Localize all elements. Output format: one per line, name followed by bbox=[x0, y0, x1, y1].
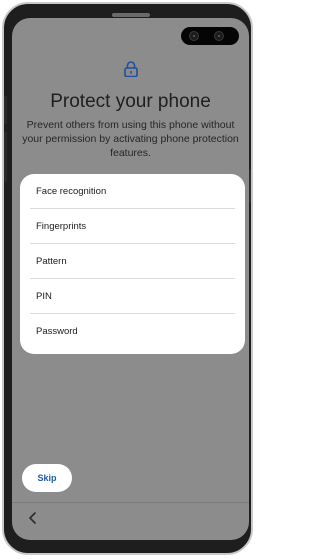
front-camera bbox=[181, 27, 239, 45]
screen: Protect your phone Prevent others from u… bbox=[12, 18, 249, 540]
volume-down-button bbox=[4, 132, 7, 182]
back-chevron-icon[interactable] bbox=[27, 511, 39, 525]
option-fingerprints[interactable]: Fingerprints bbox=[30, 209, 235, 244]
navigation-bar-divider bbox=[12, 502, 249, 503]
page-title: Protect your phone bbox=[50, 91, 211, 112]
security-options-list: Face recognition Fingerprints Pattern PI… bbox=[20, 174, 245, 354]
camera-lens bbox=[189, 31, 199, 41]
option-label: Fingerprints bbox=[36, 220, 87, 232]
option-label: Pattern bbox=[36, 255, 67, 267]
option-label: Face recognition bbox=[36, 185, 107, 197]
option-pattern[interactable]: Pattern bbox=[30, 244, 235, 279]
phone-frame: Protect your phone Prevent others from u… bbox=[2, 2, 253, 555]
option-password[interactable]: Password bbox=[30, 314, 235, 349]
option-pin[interactable]: PIN bbox=[30, 279, 235, 314]
skip-button[interactable]: Skip bbox=[22, 464, 72, 492]
lock-icon bbox=[124, 61, 138, 77]
volume-up-button bbox=[4, 96, 7, 124]
camera-lens bbox=[214, 31, 224, 41]
page-description: Prevent others from using this phone wit… bbox=[22, 119, 239, 159]
earpiece bbox=[112, 13, 150, 17]
option-label: PIN bbox=[36, 290, 52, 302]
option-face-recognition[interactable]: Face recognition bbox=[30, 174, 235, 209]
option-label: Password bbox=[36, 326, 78, 337]
